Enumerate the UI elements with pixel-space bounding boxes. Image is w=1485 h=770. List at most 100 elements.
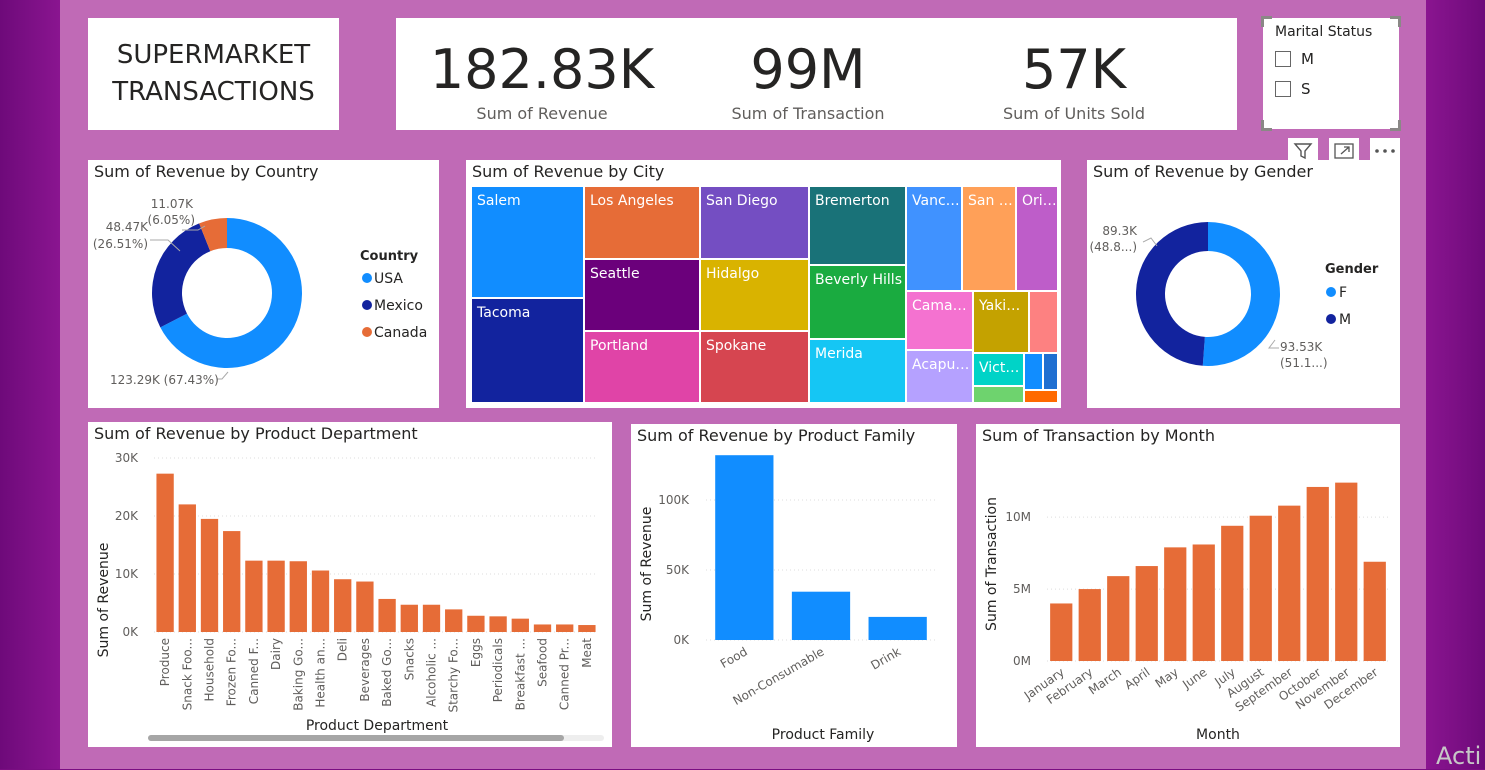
bar[interactable]: [356, 581, 374, 632]
x-axis-title: Month: [1196, 727, 1240, 743]
treemap-cell-victoria[interactable]: Victoria: [973, 353, 1024, 386]
legend-label-mexico[interactable]: Mexico: [374, 298, 423, 314]
treemap-cell-acapulco[interactable]: Acapulco: [906, 350, 973, 403]
bar[interactable]: [1135, 566, 1158, 661]
bar[interactable]: [791, 591, 851, 640]
y-tick-label: 5M: [1013, 582, 1031, 596]
bar[interactable]: [223, 531, 241, 632]
kpi-transaction[interactable]: 99M Sum of Transaction: [668, 18, 948, 123]
treemap-cell-merida[interactable]: Merida: [809, 339, 906, 403]
treemap-cell-tacoma[interactable]: Tacoma: [471, 298, 584, 403]
bar[interactable]: [511, 618, 529, 632]
bar[interactable]: [715, 455, 774, 640]
donut-slice-m[interactable]: [1136, 222, 1208, 366]
treemap-cell-unlabeled[interactable]: [973, 386, 1024, 403]
city-treemap-visual[interactable]: Sum of Revenue by City Salem Tacoma Los …: [466, 160, 1061, 408]
bar[interactable]: [378, 598, 396, 632]
y-tick-label: 20K: [115, 509, 139, 523]
y-tick-label: 50K: [666, 563, 690, 577]
donut-slice-f[interactable]: [1202, 222, 1281, 366]
bar[interactable]: [311, 570, 330, 632]
treemap-cell-camacho[interactable]: Camacho: [906, 291, 973, 350]
family-bar-visual[interactable]: Sum of Revenue by Product Family Sum of …: [631, 424, 957, 747]
bar[interactable]: [334, 579, 352, 632]
bar[interactable]: [1363, 561, 1386, 661]
x-tick-label: Canned F...: [247, 638, 261, 704]
x-tick-label: Beverages: [358, 638, 372, 702]
bar[interactable]: [422, 604, 441, 632]
bar[interactable]: [1306, 486, 1329, 661]
bar[interactable]: [245, 560, 263, 632]
bar[interactable]: [445, 609, 463, 632]
bar[interactable]: [868, 616, 927, 640]
treemap-cell-unlabeled[interactable]: [1024, 353, 1043, 390]
treemap-cell-vancouver[interactable]: Vancouver: [906, 186, 962, 291]
bar[interactable]: [578, 625, 596, 632]
department-bar-visual[interactable]: Sum of Revenue by Product Department Sum…: [88, 422, 612, 747]
donut-slice-mexico[interactable]: [152, 223, 211, 328]
treemap-cell-san-francisco[interactable]: San Francisco: [962, 186, 1016, 291]
bar[interactable]: [1278, 505, 1301, 661]
city-treemap: Salem Tacoma Los Angeles Seattle Portlan…: [471, 186, 1058, 403]
treemap-cell-unlabeled[interactable]: [1024, 390, 1058, 403]
bar[interactable]: [178, 504, 196, 632]
bar[interactable]: [1221, 525, 1244, 661]
checkbox[interactable]: [1275, 51, 1291, 67]
treemap-cell-portland[interactable]: Portland: [584, 331, 700, 403]
legend-label-f[interactable]: F: [1339, 285, 1347, 301]
bar[interactable]: [1192, 544, 1215, 661]
resize-handle[interactable]: [1261, 16, 1272, 27]
kpi-units[interactable]: 57K Sum of Units Sold: [934, 18, 1214, 123]
bar[interactable]: [267, 560, 285, 632]
resize-handle[interactable]: [1390, 16, 1401, 27]
bar[interactable]: [533, 624, 552, 632]
x-tick-label: Breakfast ...: [513, 638, 527, 710]
x-tick-label: Starchy Fo...: [447, 638, 461, 713]
bar[interactable]: [1249, 515, 1272, 661]
bar[interactable]: [556, 624, 574, 632]
checkbox[interactable]: [1275, 81, 1291, 97]
legend-label-m[interactable]: M: [1339, 312, 1351, 328]
treemap-cell-spokane[interactable]: Spokane: [700, 331, 809, 403]
treemap-cell-seattle[interactable]: Seattle: [584, 259, 700, 331]
month-bar-visual[interactable]: Sum of Transaction by Month Sum of Trans…: [976, 424, 1400, 747]
bar[interactable]: [1050, 603, 1073, 661]
treemap-cell-unlabeled[interactable]: [1043, 353, 1058, 390]
bar[interactable]: [156, 473, 174, 632]
slicer-option-s[interactable]: S: [1275, 80, 1311, 98]
marital-status-slicer[interactable]: Marital Status M S: [1261, 16, 1401, 131]
bar[interactable]: [467, 615, 485, 632]
treemap-cell-orizaba[interactable]: Orizaba: [1016, 186, 1058, 291]
treemap-cell-salem[interactable]: Salem: [471, 186, 584, 298]
treemap-cell-bremerton[interactable]: Bremerton: [809, 186, 906, 265]
bar[interactable]: [1078, 589, 1101, 661]
treemap-cell-beverly-hills[interactable]: Beverly Hills: [809, 265, 906, 339]
bar[interactable]: [1164, 547, 1187, 661]
bar[interactable]: [289, 561, 307, 632]
data-label-canada-pct: (6.05%): [148, 213, 195, 227]
kpi-transaction-label: Sum of Transaction: [731, 104, 885, 123]
legend-label-canada[interactable]: Canada: [374, 325, 427, 341]
slicer-option-m[interactable]: M: [1275, 50, 1314, 68]
x-tick-label: Produce: [158, 638, 172, 686]
gender-donut-visual[interactable]: Sum of Revenue by Gender 89.3K (48.8...)…: [1087, 160, 1400, 408]
bar[interactable]: [200, 518, 219, 632]
kpi-revenue[interactable]: 182.83K Sum of Revenue: [402, 18, 682, 123]
treemap-cell-unlabeled[interactable]: [1029, 291, 1058, 353]
treemap-cell-san-diego[interactable]: San Diego: [700, 186, 809, 259]
bar[interactable]: [1335, 482, 1358, 661]
y-axis-title: Sum of Revenue: [639, 507, 655, 622]
family-bar-chart: Sum of Revenue Product Family 0K 50K 100K F…: [639, 455, 936, 743]
resize-handle[interactable]: [1261, 120, 1272, 131]
treemap-cell-yakima[interactable]: Yakima: [973, 291, 1029, 353]
treemap-cell-hidalgo[interactable]: Hidalgo: [700, 259, 809, 331]
dashboard-title-line2: TRANSACTIONS: [112, 77, 315, 107]
treemap-cell-los-angeles[interactable]: Los Angeles: [584, 186, 700, 259]
scrollbar-thumb[interactable]: [148, 735, 564, 741]
bar[interactable]: [489, 616, 507, 632]
legend-label-usa[interactable]: USA: [374, 271, 403, 287]
resize-handle[interactable]: [1390, 120, 1401, 131]
bar[interactable]: [1107, 576, 1130, 661]
bar[interactable]: [400, 604, 418, 632]
country-donut-visual[interactable]: Sum of Revenue by Country 11.07K (6.05%)…: [88, 160, 439, 408]
